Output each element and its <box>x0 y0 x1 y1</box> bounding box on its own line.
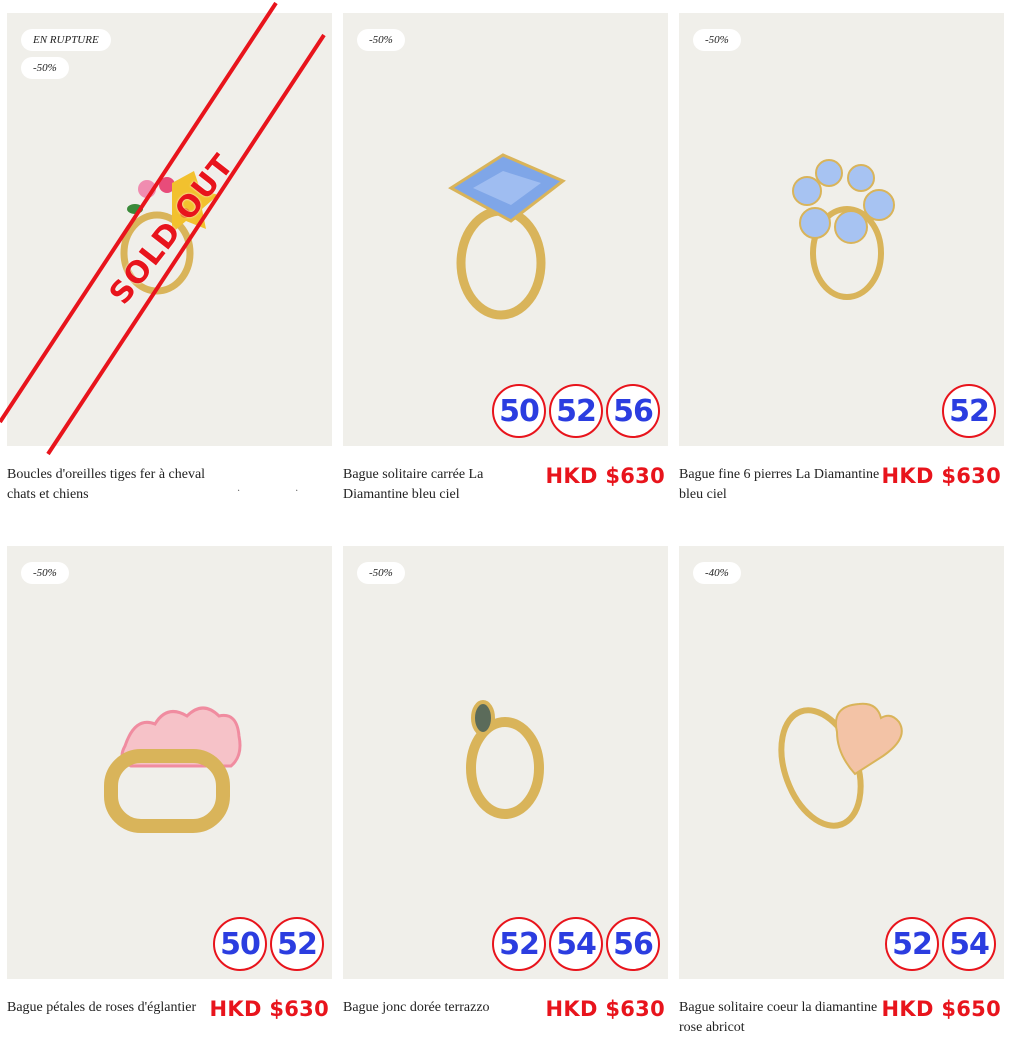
product-price: HKD $650 <box>881 997 1001 1021</box>
product-name[interactable]: Bague solitaire coeur la diamantine rose… <box>679 998 884 1038</box>
ring-image <box>448 153 566 320</box>
discount-badge: -50% <box>693 29 741 51</box>
product-price: HKD $630 <box>545 997 665 1021</box>
size-option[interactable]: 56 <box>606 384 660 438</box>
size-option[interactable]: 52 <box>885 917 939 971</box>
discount-badge: -50% <box>21 562 69 584</box>
product-image[interactable]: -50% 52 54 56 <box>343 546 668 979</box>
product-image[interactable]: -50% 52 <box>679 13 1004 446</box>
size-option[interactable]: 52 <box>942 384 996 438</box>
size-options: 50 52 56 <box>492 384 660 438</box>
size-option[interactable]: 50 <box>213 917 267 971</box>
discount-badge: -50% <box>21 57 69 79</box>
product-price: HKD $630 <box>881 464 1001 488</box>
size-options: 50 52 <box>213 917 324 971</box>
size-option[interactable]: 54 <box>942 917 996 971</box>
ring-image <box>792 159 895 300</box>
size-option[interactable]: 50 <box>492 384 546 438</box>
size-option[interactable]: 54 <box>549 917 603 971</box>
size-options: 52 <box>942 384 996 438</box>
product-image[interactable]: -50% 50 52 56 <box>343 13 668 446</box>
size-option[interactable]: 56 <box>606 917 660 971</box>
placeholder-dots: .. <box>237 483 354 494</box>
product-name[interactable]: Bague jonc dorée terrazzo <box>343 998 548 1018</box>
ring-image <box>466 700 544 819</box>
ring-image <box>104 706 242 833</box>
product-name[interactable]: Bague solitaire carrée La Diamantine ble… <box>343 465 548 505</box>
product-name[interactable]: Bague pétales de roses d'églantier <box>7 998 212 1018</box>
size-options: 52 54 56 <box>492 917 660 971</box>
discount-badge: -50% <box>357 562 405 584</box>
ring-image <box>778 702 903 829</box>
product-price: HKD $630 <box>545 464 665 488</box>
product-name[interactable]: Bague fine 6 pierres La Diamantine bleu … <box>679 465 884 505</box>
size-option[interactable]: 52 <box>492 917 546 971</box>
product-name[interactable]: Boucles d'oreilles tiges fer à cheval ch… <box>7 465 212 505</box>
product-image[interactable]: -50% 50 52 <box>7 546 332 979</box>
discount-badge: -50% <box>357 29 405 51</box>
size-option[interactable]: 52 <box>549 384 603 438</box>
out-of-stock-badge: EN RUPTURE <box>21 29 111 51</box>
discount-badge: -40% <box>693 562 741 584</box>
product-price: HKD $630 <box>209 997 329 1021</box>
size-options: 52 54 <box>885 917 996 971</box>
product-image[interactable]: -40% 52 54 <box>679 546 1004 979</box>
size-option[interactable]: 52 <box>270 917 324 971</box>
